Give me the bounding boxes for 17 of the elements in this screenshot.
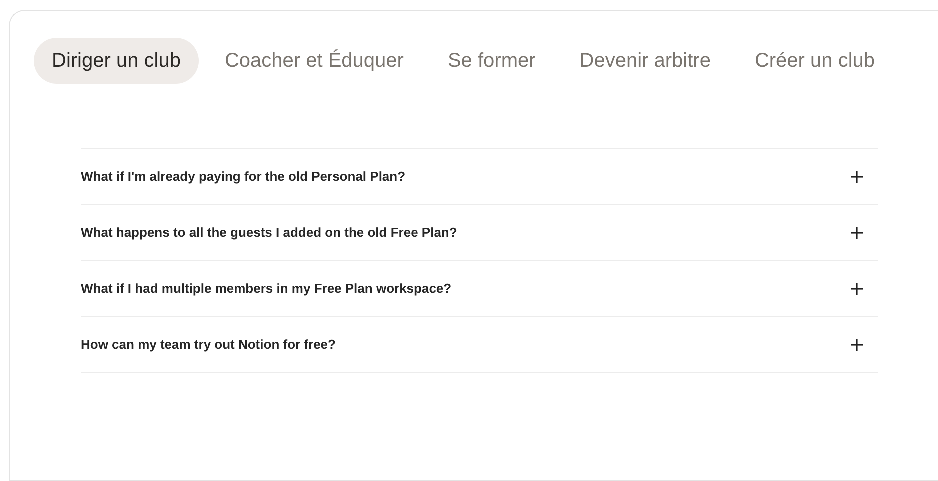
plus-icon [850,282,864,296]
plus-icon [850,170,864,184]
faq-item[interactable]: What if I had multiple members in my Free Plan workspace? [81,261,878,317]
tab[interactable]: Devenir arbitre [562,38,729,84]
faq-item[interactable]: What if I'm already paying for the old Personal Plan? [81,149,878,205]
tab[interactable]: Coacher et Éduquer [206,38,422,84]
plus-icon [850,226,864,240]
faq-question: What if I'm already paying for the old Personal Plan? [81,169,406,184]
faq-item[interactable]: What happens to all the guests I added on the old Free Plan? [81,205,878,261]
faq-question: How can my team try out Notion for free? [81,337,336,352]
tab[interactable]: Créer un club [736,38,894,84]
faq-item[interactable]: How can my team try out Notion for free? [81,317,878,373]
tab[interactable]: Diriger un club [34,38,199,84]
faq-question: What if I had multiple members in my Free Plan workspace? [81,281,452,296]
plus-icon [850,338,864,352]
faq-question: What happens to all the guests I added on the old Free Plan? [81,225,458,240]
tab[interactable]: Se former [430,38,554,84]
